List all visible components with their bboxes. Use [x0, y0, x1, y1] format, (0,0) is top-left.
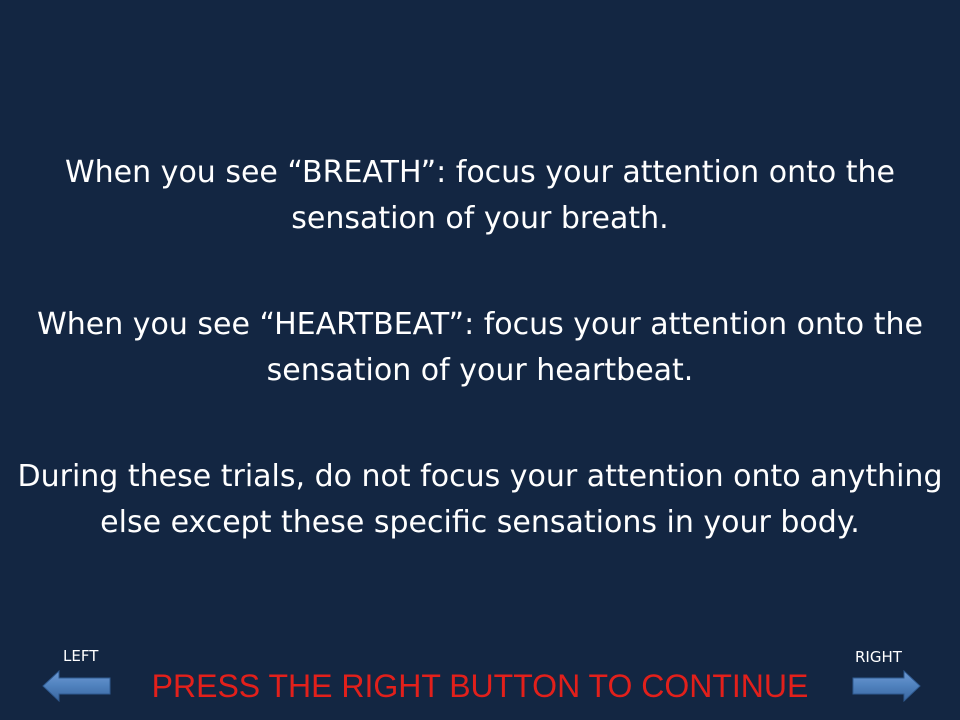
- heartbeat-instruction: When you see “HEARTBEAT”: focus your att…: [37, 307, 923, 388]
- right-label: RIGHT: [855, 648, 902, 666]
- continue-prompt: PRESS THE RIGHT BUTTON TO CONTINUE: [151, 668, 809, 704]
- breath-instruction: When you see “BREATH”: focus your attent…: [65, 155, 895, 236]
- instructions-block: When you see “BREATH”: focus your attent…: [0, 150, 960, 546]
- left-label: LEFT: [63, 647, 99, 665]
- trials-instruction: During these trials, do not focus your a…: [17, 459, 943, 540]
